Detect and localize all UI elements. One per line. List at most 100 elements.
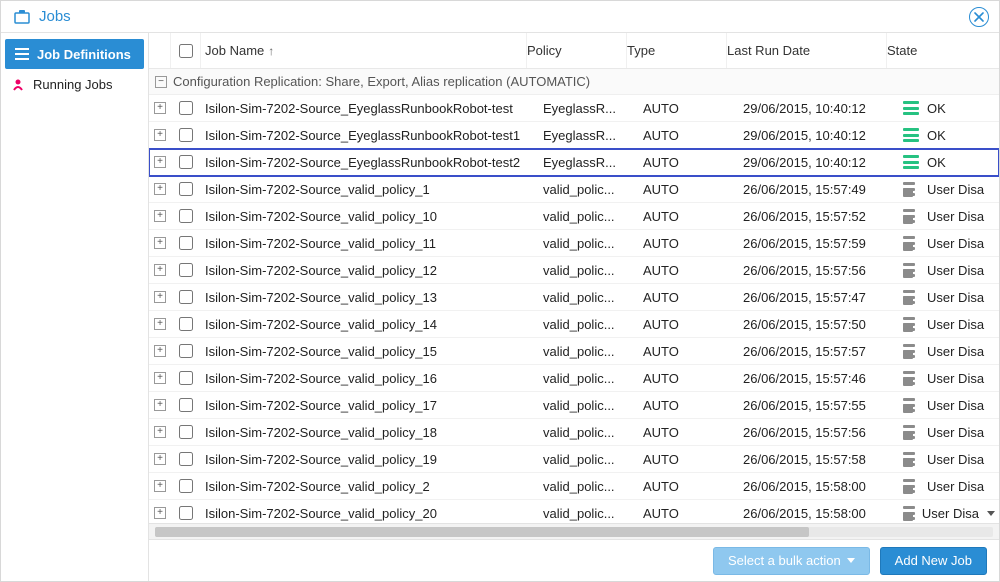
row-checkbox-cell[interactable] — [171, 182, 201, 196]
row-checkbox[interactable] — [179, 290, 193, 304]
plus-box-icon[interactable] — [154, 264, 166, 276]
table-row[interactable]: Isilon-Sim-7202-Source_valid_policy_20va… — [149, 500, 999, 523]
row-expander[interactable] — [149, 264, 171, 276]
plus-box-icon[interactable] — [154, 102, 166, 114]
row-menu-icon[interactable] — [987, 511, 995, 516]
row-checkbox[interactable] — [179, 128, 193, 142]
row-expander[interactable] — [149, 129, 171, 141]
row-checkbox[interactable] — [179, 344, 193, 358]
col-header-type[interactable]: Type — [627, 33, 727, 68]
table-row[interactable]: Isilon-Sim-7202-Source_valid_policy_12va… — [149, 257, 999, 284]
plus-box-icon[interactable] — [154, 183, 166, 195]
table-row[interactable]: Isilon-Sim-7202-Source_valid_policy_13va… — [149, 284, 999, 311]
select-all-checkbox[interactable] — [179, 44, 193, 58]
plus-box-icon[interactable] — [154, 129, 166, 141]
row-checkbox[interactable] — [179, 479, 193, 493]
row-checkbox-cell[interactable] — [171, 155, 201, 169]
row-expander[interactable] — [149, 318, 171, 330]
row-expander[interactable] — [149, 426, 171, 438]
collapse-group-icon[interactable]: − — [155, 76, 167, 88]
row-checkbox[interactable] — [179, 452, 193, 466]
plus-box-icon[interactable] — [154, 399, 166, 411]
row-checkbox-cell[interactable] — [171, 371, 201, 385]
plus-box-icon[interactable] — [154, 210, 166, 222]
row-checkbox-cell[interactable] — [171, 209, 201, 223]
row-checkbox-cell[interactable] — [171, 506, 201, 520]
row-checkbox[interactable] — [179, 398, 193, 412]
table-row[interactable]: Isilon-Sim-7202-Source_valid_policy_19va… — [149, 446, 999, 473]
row-expander[interactable] — [149, 345, 171, 357]
table-row[interactable]: Isilon-Sim-7202-Source_valid_policy_10va… — [149, 203, 999, 230]
sidebar-item-running-jobs[interactable]: Running Jobs — [1, 69, 148, 99]
row-expander[interactable] — [149, 237, 171, 249]
row-expander[interactable] — [149, 480, 171, 492]
row-expander[interactable] — [149, 210, 171, 222]
cell-last-run: 26/06/2015, 15:58:00 — [743, 479, 903, 494]
row-expander[interactable] — [149, 372, 171, 384]
row-expander[interactable] — [149, 453, 171, 465]
table-row[interactable]: Isilon-Sim-7202-Source_EyeglassRunbookRo… — [149, 122, 999, 149]
plus-box-icon[interactable] — [154, 372, 166, 384]
table-row[interactable]: Isilon-Sim-7202-Source_valid_policy_17va… — [149, 392, 999, 419]
plus-box-icon[interactable] — [154, 237, 166, 249]
table-row[interactable]: Isilon-Sim-7202-Source_valid_policy_14va… — [149, 311, 999, 338]
bulk-action-button[interactable]: Select a bulk action — [713, 547, 870, 575]
horizontal-scrollbar[interactable] — [149, 523, 999, 539]
row-checkbox-cell[interactable] — [171, 479, 201, 493]
table-row[interactable]: Isilon-Sim-7202-Source_valid_policy_16va… — [149, 365, 999, 392]
row-checkbox[interactable] — [179, 317, 193, 331]
plus-box-icon[interactable] — [154, 156, 166, 168]
row-checkbox-cell[interactable] — [171, 317, 201, 331]
row-checkbox-cell[interactable] — [171, 452, 201, 466]
row-checkbox[interactable] — [179, 263, 193, 277]
plus-box-icon[interactable] — [154, 291, 166, 303]
row-checkbox-cell[interactable] — [171, 290, 201, 304]
row-checkbox[interactable] — [179, 182, 193, 196]
plus-box-icon[interactable] — [154, 345, 166, 357]
plus-box-icon[interactable] — [154, 318, 166, 330]
plus-box-icon[interactable] — [154, 480, 166, 492]
row-checkbox[interactable] — [179, 155, 193, 169]
row-expander[interactable] — [149, 291, 171, 303]
row-expander[interactable] — [149, 102, 171, 114]
table-row[interactable]: Isilon-Sim-7202-Source_valid_policy_2val… — [149, 473, 999, 500]
row-checkbox[interactable] — [179, 236, 193, 250]
row-checkbox-cell[interactable] — [171, 344, 201, 358]
close-button[interactable] — [969, 7, 989, 27]
row-checkbox-cell[interactable] — [171, 236, 201, 250]
row-checkbox[interactable] — [179, 209, 193, 223]
plus-box-icon[interactable] — [154, 426, 166, 438]
sidebar-item-job-definitions[interactable]: Job Definitions — [5, 39, 144, 69]
row-checkbox[interactable] — [179, 506, 193, 520]
table-row[interactable]: Isilon-Sim-7202-Source_valid_policy_1val… — [149, 176, 999, 203]
row-checkbox[interactable] — [179, 371, 193, 385]
hscroll-thumb[interactable] — [155, 527, 809, 537]
table-row[interactable]: Isilon-Sim-7202-Source_EyeglassRunbookRo… — [149, 149, 999, 176]
plus-box-icon[interactable] — [154, 507, 166, 519]
col-header-state[interactable]: State — [887, 33, 983, 68]
row-checkbox[interactable] — [179, 101, 193, 115]
row-expander[interactable] — [149, 399, 171, 411]
state-warning-icon — [903, 344, 919, 358]
col-checkbox-header[interactable] — [171, 33, 201, 68]
col-header-last[interactable]: Last Run Date — [727, 33, 887, 68]
row-checkbox-cell[interactable] — [171, 425, 201, 439]
row-checkbox-cell[interactable] — [171, 398, 201, 412]
row-expander[interactable] — [149, 183, 171, 195]
row-expander[interactable] — [149, 156, 171, 168]
table-row[interactable]: Isilon-Sim-7202-Source_valid_policy_18va… — [149, 419, 999, 446]
table-body[interactable]: − Configuration Replication: Share, Expo… — [149, 69, 999, 523]
row-checkbox-cell[interactable] — [171, 101, 201, 115]
plus-box-icon[interactable] — [154, 453, 166, 465]
col-header-name[interactable]: Job Name ↑ — [201, 33, 527, 68]
group-row[interactable]: − Configuration Replication: Share, Expo… — [149, 69, 999, 95]
row-checkbox-cell[interactable] — [171, 128, 201, 142]
row-checkbox[interactable] — [179, 425, 193, 439]
col-header-policy[interactable]: Policy — [527, 33, 627, 68]
add-new-job-button[interactable]: Add New Job — [880, 547, 987, 575]
table-row[interactable]: Isilon-Sim-7202-Source_valid_policy_11va… — [149, 230, 999, 257]
table-row[interactable]: Isilon-Sim-7202-Source_valid_policy_15va… — [149, 338, 999, 365]
table-row[interactable]: Isilon-Sim-7202-Source_EyeglassRunbookRo… — [149, 95, 999, 122]
row-expander[interactable] — [149, 507, 171, 519]
row-checkbox-cell[interactable] — [171, 263, 201, 277]
